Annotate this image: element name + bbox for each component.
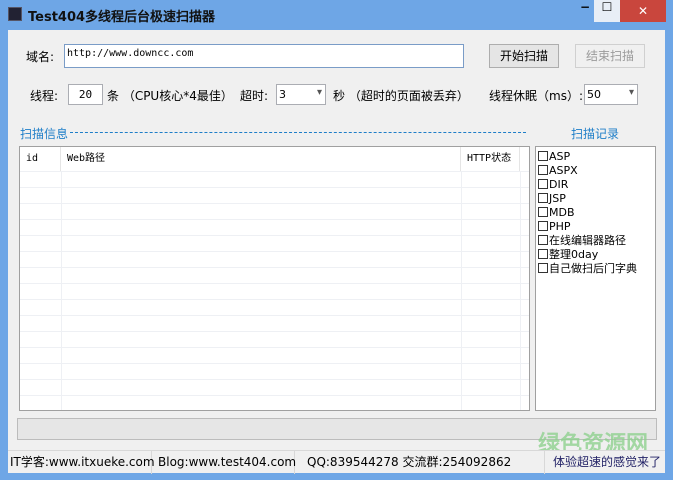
table-row — [20, 299, 529, 300]
table-row — [20, 395, 529, 396]
window-title: Test404多线程后台极速扫描器 — [28, 10, 216, 25]
threads-label: 线程: — [30, 89, 59, 103]
table-row — [20, 171, 529, 172]
divider — [70, 132, 526, 133]
checkbox[interactable] — [538, 151, 548, 161]
checkbox[interactable] — [538, 179, 548, 189]
checkbox[interactable] — [538, 207, 548, 217]
chevron-down-icon: ▾ — [628, 87, 634, 98]
table-row — [20, 347, 529, 348]
sleep-label: 线程休眠（ms）: — [489, 89, 583, 103]
status-qq: QQ:839544278 交流群:254092862 — [295, 451, 545, 474]
domain-label: 域名: — [26, 50, 55, 64]
column-divider — [520, 171, 521, 410]
timeout-hint: 秒 （超时的页面被丢弃） — [333, 89, 469, 103]
table-row — [20, 315, 529, 316]
table-row — [20, 379, 529, 380]
status-blog: Blog:www.test404.com — [152, 451, 296, 474]
table-row — [20, 331, 529, 332]
stop-scan-button[interactable]: 结束扫描 — [575, 44, 645, 68]
checkbox-item[interactable]: 整理0day — [538, 247, 653, 261]
threads-hint: 条 （CPU核心*4最佳） — [107, 89, 233, 103]
timeout-select[interactable]: 3 ▾ — [276, 84, 326, 105]
maximize-button[interactable]: ☐ — [594, 0, 620, 22]
column-header-id[interactable]: id — [20, 147, 61, 171]
table-row — [20, 251, 529, 252]
scan-record-list: ASP ASPX DIR JSP MDB PHP 在线编辑器路径 整理0day 自己做扫后门字典 — [535, 146, 656, 411]
status-itxueke: IT学客:www.itxueke.com — [8, 451, 155, 474]
status-bar: IT学客:www.itxueke.com Blog:www.test404.co… — [8, 450, 665, 474]
checkbox-label: ASPX — [549, 163, 578, 177]
checkbox-item[interactable]: JSP — [538, 191, 653, 205]
minimize-button[interactable]: − — [576, 0, 594, 22]
column-header-web-path[interactable]: Web路径 — [61, 147, 461, 171]
checkbox-item[interactable]: PHP — [538, 219, 653, 233]
timeout-label: 超时: — [240, 89, 269, 103]
checkbox[interactable] — [538, 263, 548, 273]
checkbox-item[interactable]: MDB — [538, 205, 653, 219]
table-row — [20, 203, 529, 204]
table-row — [20, 219, 529, 220]
app-icon — [8, 7, 22, 21]
checkbox-item[interactable]: 自己做扫后门字典 — [538, 261, 653, 275]
table-row — [20, 235, 529, 236]
sleep-value: 50 — [587, 88, 601, 101]
column-divider — [461, 171, 462, 410]
checkbox[interactable] — [538, 193, 548, 203]
checkbox-label: DIR — [549, 177, 569, 191]
status-slogan: 体验超速的感觉来了 — [553, 455, 662, 469]
chevron-down-icon: ▾ — [316, 87, 322, 98]
timeout-value: 3 — [279, 88, 286, 101]
checkbox-item[interactable]: 在线编辑器路径 — [538, 233, 653, 247]
checkbox-item[interactable]: DIR — [538, 177, 653, 191]
checkbox-item[interactable]: ASP — [538, 149, 653, 163]
table-row — [20, 267, 529, 268]
column-divider — [61, 171, 62, 410]
checkbox-label: 自己做扫后门字典 — [549, 262, 637, 275]
table-row — [20, 363, 529, 364]
threads-input[interactable]: 20 — [68, 84, 103, 105]
checkbox-label: MDB — [549, 205, 575, 219]
table-row — [20, 187, 529, 188]
sleep-select[interactable]: 50 ▾ — [584, 84, 638, 105]
checkbox-label: PHP — [549, 219, 571, 233]
title-bar: Test404多线程后台极速扫描器 − ☐ ✕ — [0, 0, 673, 30]
results-table[interactable]: id Web路径 HTTP状态 — [19, 146, 530, 411]
checkbox[interactable] — [538, 221, 548, 231]
checkbox-item[interactable]: ASPX — [538, 163, 653, 177]
checkbox[interactable] — [538, 165, 548, 175]
checkbox-label: JSP — [549, 191, 566, 205]
domain-input[interactable]: http://www.downcc.com — [64, 44, 464, 68]
checkbox[interactable] — [538, 249, 548, 259]
checkbox-label: ASP — [549, 149, 571, 163]
start-scan-button[interactable]: 开始扫描 — [489, 44, 559, 68]
checkbox[interactable] — [538, 235, 548, 245]
column-header-http-status[interactable]: HTTP状态 — [461, 147, 520, 171]
table-row — [20, 283, 529, 284]
scan-record-title: 扫描记录 — [571, 127, 620, 141]
scan-info-title: 扫描信息 — [20, 127, 69, 141]
close-button[interactable]: ✕ — [620, 0, 666, 22]
